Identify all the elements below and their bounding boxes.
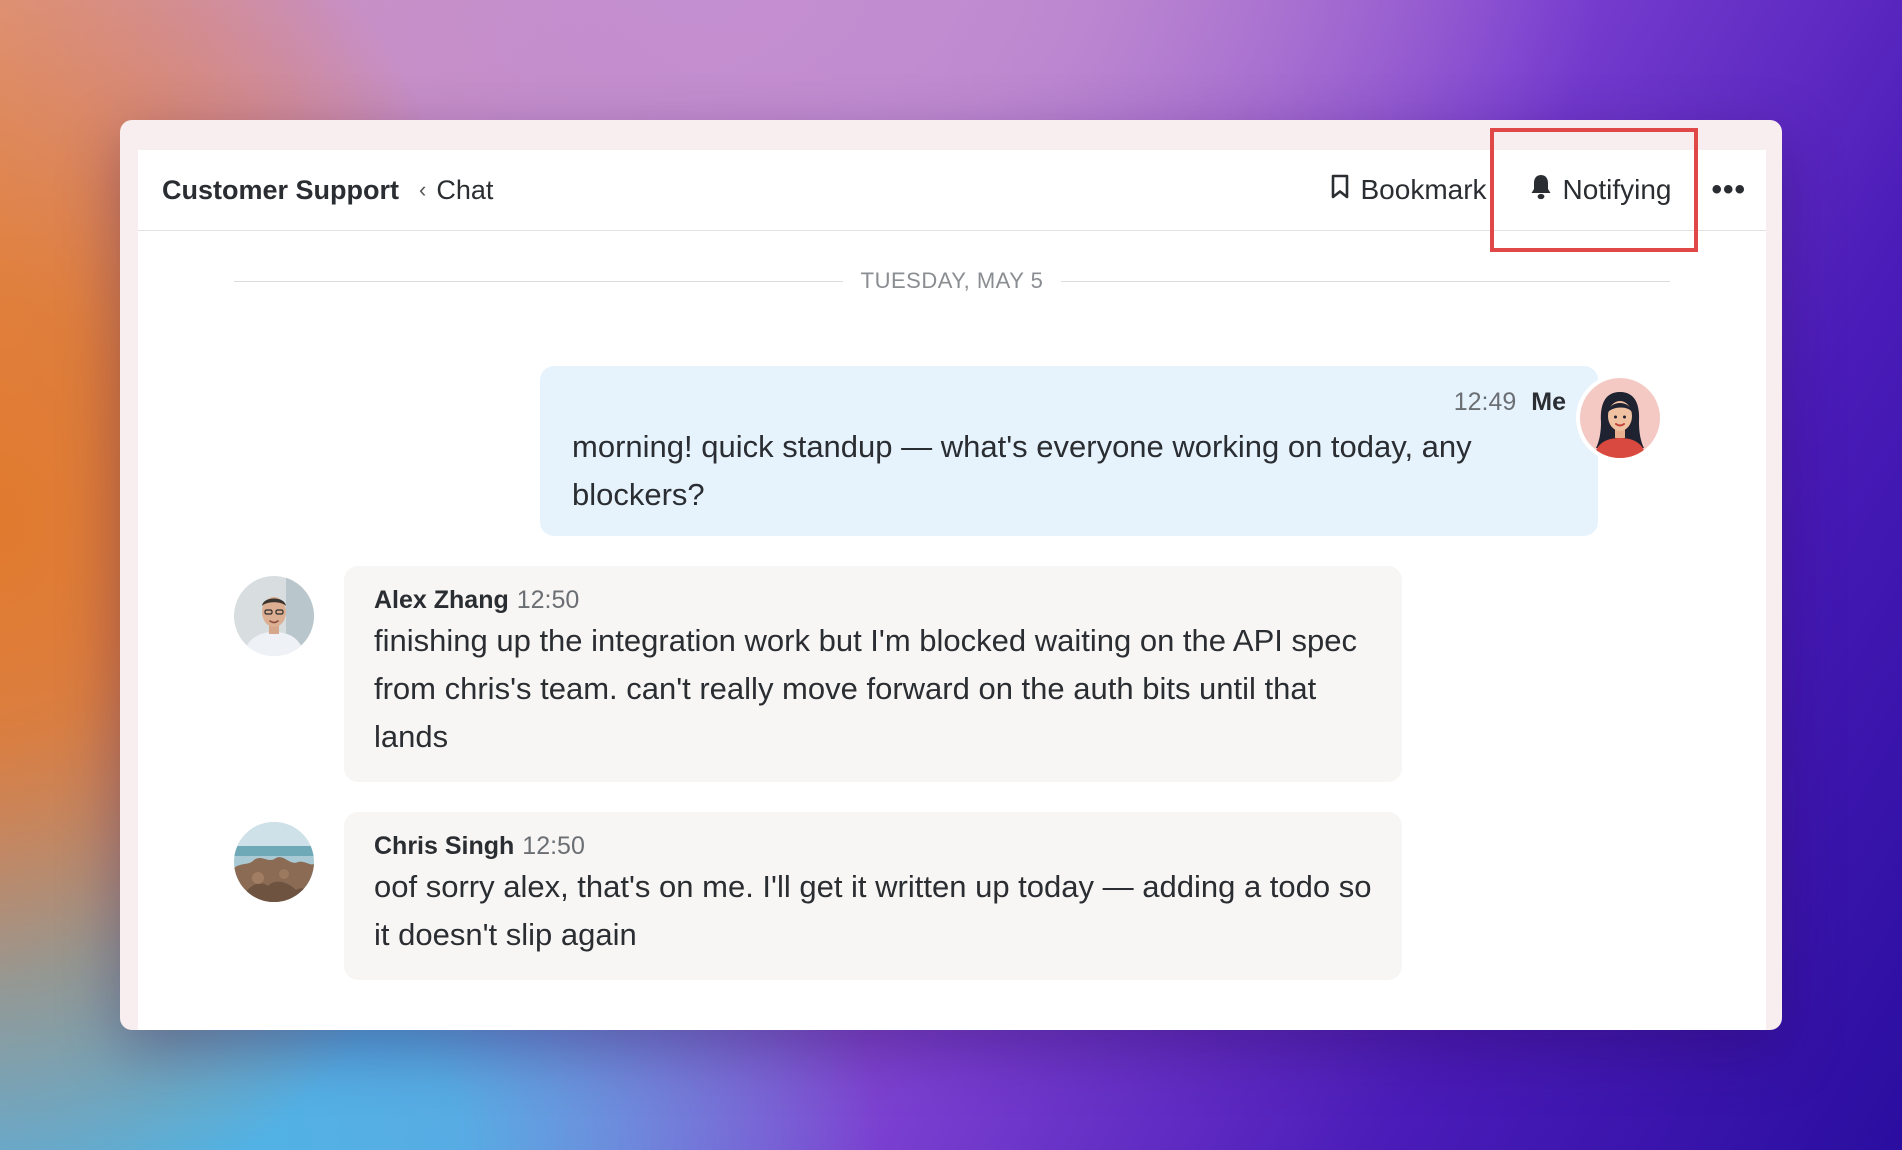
more-options-button[interactable]: ••• — [1711, 173, 1746, 207]
divider-line — [234, 280, 843, 282]
notify-label: Notifying — [1562, 174, 1672, 205]
chat-header: Customer Support ‹ Chat Bookmark Notifyi… — [138, 150, 1766, 231]
message-meta: 12:49 Me — [572, 388, 1566, 417]
chevron-left-icon: ‹ — [419, 177, 427, 202]
woman-avatar-icon — [1580, 378, 1660, 458]
date-label: TUESDAY, MAY 5 — [860, 268, 1044, 293]
bell-icon — [1529, 173, 1553, 208]
bookmark-button[interactable]: Bookmark — [1329, 174, 1487, 207]
message-time: 12:49 — [1453, 388, 1517, 416]
date-divider: TUESDAY, MAY 5 — [234, 266, 1670, 296]
message-text: oof sorry alex, that's on me. I'll get i… — [374, 869, 1372, 952]
message-meta: Chris Singh 12:50 — [374, 832, 1372, 861]
message-bubble-me[interactable]: 12:49 Me morning! quick standup — what's… — [540, 366, 1598, 536]
message-author: Alex Zhang — [374, 586, 509, 614]
bookmark-icon — [1329, 174, 1351, 207]
app-window: Customer Support ‹ Chat Bookmark Notifyi… — [120, 120, 1782, 1030]
divider-line — [1061, 280, 1670, 282]
message-text: finishing up the integration work but I'… — [374, 623, 1357, 754]
message-author: Me — [1531, 388, 1566, 416]
avatar-alex-zhang[interactable] — [234, 576, 314, 656]
message-time: 12:50 — [522, 832, 585, 860]
message-bubble-chris-singh[interactable]: Chris Singh 12:50 oof sorry alex, that's … — [344, 812, 1402, 980]
notify-button[interactable]: Notifying — [1529, 173, 1672, 208]
message-meta: Alex Zhang 12:50 — [374, 586, 1372, 615]
man-avatar-icon — [234, 576, 314, 656]
landscape-avatar-icon — [234, 822, 314, 902]
breadcrumb-label: Chat — [436, 174, 494, 205]
breadcrumb[interactable]: ‹ Chat — [419, 175, 493, 206]
chat-panel: Customer Support ‹ Chat Bookmark Notifyi… — [138, 150, 1766, 1030]
bookmark-label: Bookmark — [1360, 174, 1487, 205]
message-author: Chris Singh — [374, 832, 515, 860]
message-text: morning! quick standup — what's everyone… — [572, 429, 1472, 512]
avatar-chris-singh[interactable] — [234, 822, 314, 902]
workspace-title[interactable]: Customer Support — [162, 175, 399, 206]
message-time: 12:50 — [516, 586, 580, 614]
message-bubble-alex-zhang[interactable]: Alex Zhang 12:50 finishing up the integra… — [344, 566, 1402, 782]
header-actions: Bookmark Notifying ••• — [1329, 150, 1767, 230]
more-icon: ••• — [1711, 173, 1746, 206]
avatar-me[interactable] — [1576, 374, 1664, 462]
